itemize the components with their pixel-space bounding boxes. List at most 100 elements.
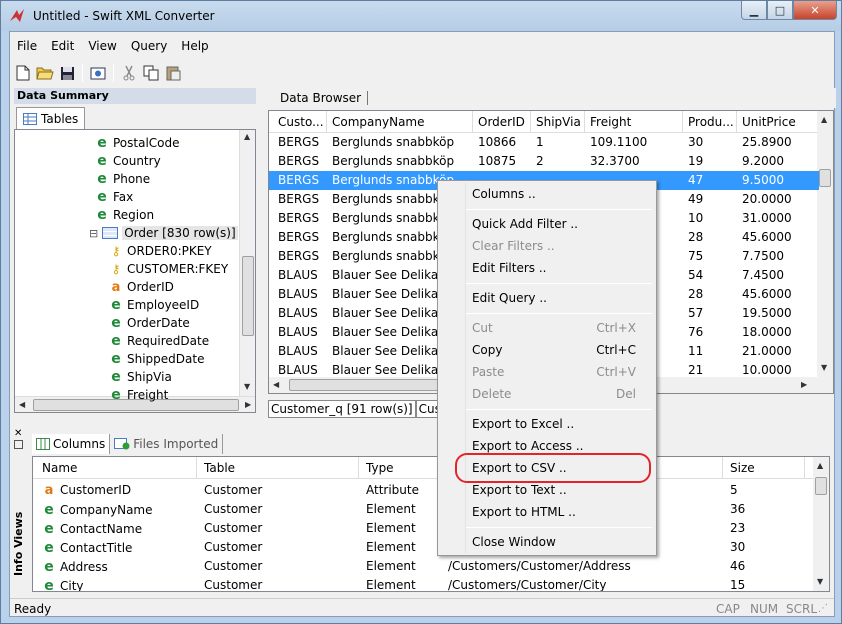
menu-item-close-window[interactable]: Close Window bbox=[438, 532, 656, 554]
columns-grid[interactable]: Name Table Type Size ▲ ▼ a CustomerID Custome… bbox=[32, 456, 830, 592]
columns-grid-scrollbar[interactable]: ▲ ▼ bbox=[813, 457, 829, 591]
menu-item-export-to-html[interactable]: Export to HTML .. bbox=[438, 502, 656, 524]
columns-grid-header-cell[interactable]: Name bbox=[37, 457, 197, 479]
menu-item-copy[interactable]: Copy Ctrl+C bbox=[438, 340, 656, 362]
tree-item[interactable]: e Phone bbox=[95, 170, 150, 188]
tree-item[interactable]: e Fax bbox=[95, 188, 133, 206]
tree-item[interactable]: e Country bbox=[95, 152, 160, 170]
grid-column-header[interactable]: Custo... bbox=[273, 111, 327, 133]
tree-item[interactable]: e Freight bbox=[109, 386, 168, 404]
dock-icon[interactable] bbox=[14, 440, 23, 449]
save-icon[interactable] bbox=[56, 62, 78, 84]
list-item[interactable]: e CompanyName Customer Element 36 bbox=[33, 500, 813, 519]
tab-customer-q[interactable]: Customer_q [91 row(s)] bbox=[268, 400, 416, 418]
grid-cell: 18.0000 bbox=[742, 325, 792, 339]
list-item[interactable]: a CustomerID Customer Attribute 5 bbox=[33, 481, 813, 500]
paste-icon[interactable] bbox=[162, 62, 184, 84]
table-row[interactable]: BERGS Berglunds snabbköp 10875 2 32.3700 19 9.… bbox=[269, 152, 819, 171]
menu-item-export-to-text[interactable]: Export to Text .. bbox=[438, 480, 656, 502]
tree-item[interactable]: ⊟ Order [830 row(s)] bbox=[89, 224, 238, 242]
grid-vertical-scrollbar[interactable]: ▲ ▼ bbox=[817, 111, 833, 377]
tree-item[interactable]: e Region bbox=[95, 206, 154, 224]
grid-column-header[interactable]: Freight bbox=[585, 111, 683, 133]
list-item[interactable]: e Address Customer Element/Customers/Custom… bbox=[33, 557, 813, 576]
tree-item[interactable]: e RequiredDate bbox=[109, 332, 209, 350]
grid-cell: BERGS bbox=[278, 173, 320, 187]
menu-item-columns[interactable]: Columns .. bbox=[438, 184, 656, 206]
menu-item-quick-add-filter[interactable]: Quick Add Filter .. bbox=[438, 214, 656, 236]
close-button[interactable]: ✕ bbox=[793, 1, 837, 20]
tab-columns[interactable]: Columns bbox=[32, 434, 111, 454]
tree-item-label: Freight bbox=[127, 388, 169, 402]
menu-item-paste[interactable]: Paste Ctrl+V bbox=[438, 362, 656, 384]
menu-item-edit-query[interactable]: Edit Query .. bbox=[438, 288, 656, 310]
tree-scroll-thumb[interactable] bbox=[242, 256, 254, 336]
tree-item[interactable]: ⚷ CUSTOMER:FKEY bbox=[109, 260, 229, 278]
columns-grid-header-cell[interactable]: Type bbox=[361, 457, 441, 479]
menu-item-clear-filters[interactable]: Clear Filters .. bbox=[438, 236, 656, 258]
menu-query[interactable]: Query bbox=[124, 37, 174, 57]
columns-grid-header-cell[interactable]: Table bbox=[199, 457, 359, 479]
grid-column-header[interactable]: ShipVia bbox=[531, 111, 585, 133]
columns-grid-header: Name Table Type Size bbox=[33, 457, 813, 479]
menu-help[interactable]: Help bbox=[174, 37, 215, 57]
collapse-icon[interactable]: ⊟ bbox=[89, 227, 98, 240]
table-row[interactable]: BERGS Berglunds snabbköp 10866 1 109.1100 30 2… bbox=[269, 133, 819, 152]
tree-item[interactable]: e ShipVia bbox=[109, 368, 172, 386]
resize-grip-icon[interactable]: ⋰ bbox=[818, 603, 828, 614]
grid-cell: BERGS bbox=[278, 154, 320, 168]
minimize-button[interactable]: ▁ bbox=[741, 1, 767, 20]
new-file-icon[interactable] bbox=[12, 62, 34, 84]
columns-grid-header-cell[interactable]: Size bbox=[725, 457, 805, 479]
grid-cell: BERGS bbox=[278, 135, 320, 149]
grid-cell: /Customers/Customer/Address bbox=[448, 559, 631, 573]
open-folder-icon[interactable] bbox=[34, 62, 56, 84]
grid-column-header[interactable]: Produ... bbox=[683, 111, 737, 133]
grid-cell: 10.0000 bbox=[742, 363, 792, 377]
grid-column-header[interactable]: UnitPrice bbox=[737, 111, 819, 133]
grid-scroll-thumb[interactable] bbox=[819, 169, 831, 187]
preview-icon[interactable] bbox=[87, 62, 109, 84]
pin-icon[interactable]: ✕ bbox=[14, 428, 22, 439]
table-icon bbox=[102, 227, 119, 239]
schema-tree[interactable]: ▲ ▼ ◀ ▶ e PostalCode e Country e Phone e Fax e Re… bbox=[14, 129, 256, 413]
menu-separator bbox=[466, 527, 652, 528]
list-item[interactable]: e ContactTitle Customer Element 30 bbox=[33, 538, 813, 557]
element-icon: e bbox=[97, 189, 107, 205]
cut-icon[interactable] bbox=[118, 62, 140, 84]
tree-item[interactable]: e PostalCode bbox=[95, 134, 180, 152]
tree-item[interactable]: e OrderDate bbox=[109, 314, 190, 332]
toolbar bbox=[12, 60, 184, 86]
tree-item[interactable]: a OrderID bbox=[109, 278, 174, 296]
list-item[interactable]: e ContactName Customer Element 23 bbox=[33, 519, 813, 538]
grid-column-header[interactable]: CompanyName bbox=[327, 111, 473, 133]
grid-cell: 31.0000 bbox=[742, 211, 792, 225]
menu-edit[interactable]: Edit bbox=[44, 37, 81, 57]
tab-data-browser[interactable]: Data Browser bbox=[274, 91, 369, 105]
tree-item-label: ShipVia bbox=[127, 370, 172, 384]
tree-item[interactable]: e ShippedDate bbox=[109, 350, 204, 368]
tab-files-imported[interactable]: Files Imported bbox=[110, 434, 224, 454]
menu-view[interactable]: View bbox=[81, 37, 123, 57]
tree-item[interactable]: ⚷ ORDER0:PKEY bbox=[109, 242, 212, 260]
tree-item-label: PostalCode bbox=[113, 136, 180, 150]
grid-cell: Element bbox=[366, 521, 416, 535]
grid-column-header[interactable]: OrderID bbox=[473, 111, 531, 133]
grid-cell: 57 bbox=[688, 306, 704, 320]
maximize-button[interactable]: □ bbox=[767, 1, 793, 20]
menu-file[interactable]: File bbox=[10, 37, 44, 57]
tree-item[interactable]: e EmployeeID bbox=[109, 296, 199, 314]
menu-item-edit-filters[interactable]: Edit Filters .. bbox=[438, 258, 656, 280]
title-bar[interactable]: Untitled - Swift XML Converter ▁ □ ✕ bbox=[1, 1, 841, 31]
tree-item-label: Region bbox=[113, 208, 155, 222]
menu-item-cut[interactable]: Cut Ctrl+X bbox=[438, 318, 656, 340]
status-bar: Ready CAP NUM SCRL ⋰ bbox=[10, 598, 834, 618]
tab-tables[interactable]: Tables bbox=[16, 107, 86, 129]
menu-item-label: Export to Access .. bbox=[472, 439, 584, 453]
copy-icon[interactable] bbox=[140, 62, 162, 84]
menu-item-export-to-excel[interactable]: Export to Excel .. bbox=[438, 414, 656, 436]
columns-grid-scroll-thumb[interactable] bbox=[815, 477, 827, 495]
menu-item-delete[interactable]: Delete Del bbox=[438, 384, 656, 406]
list-item[interactable]: e City Customer Element/Customers/Customer/… bbox=[33, 576, 813, 591]
tree-vertical-scrollbar[interactable]: ▲ ▼ bbox=[239, 130, 255, 396]
